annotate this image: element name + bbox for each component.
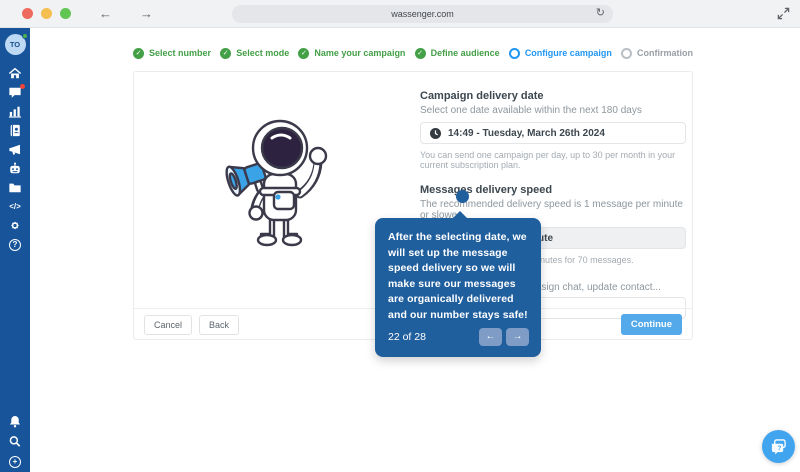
create-icon[interactable]: +: [7, 455, 23, 468]
date-section-subtitle: Select one date available within the nex…: [420, 105, 686, 116]
svg-text:?: ?: [777, 444, 781, 451]
browser-forward-icon[interactable]: →: [140, 6, 153, 21]
date-section-title: Campaign delivery date: [420, 90, 686, 102]
check-icon: ✓: [298, 48, 309, 59]
files-icon[interactable]: [7, 181, 23, 194]
step-select-mode[interactable]: ✓ Select mode: [220, 48, 289, 59]
delivery-date-input[interactable]: 14:49 - Tuesday, March 26th 2024: [420, 122, 686, 144]
tour-tooltip: After the selecting date, we will set up…: [375, 218, 541, 357]
chats-icon[interactable]: [7, 86, 23, 99]
avatar-initials: TO: [10, 40, 20, 49]
step-confirmation[interactable]: Confirmation: [621, 48, 693, 59]
clock-icon: [429, 127, 442, 140]
step-define-audience[interactable]: ✓ Define audience: [415, 48, 500, 59]
help-icon[interactable]: ?: [7, 238, 23, 251]
minimize-window-button[interactable]: [41, 8, 52, 19]
cancel-button[interactable]: Cancel: [144, 315, 192, 335]
window-controls: [22, 8, 71, 19]
refresh-icon[interactable]: ↻: [596, 6, 605, 19]
chats-notification-dot: [20, 84, 25, 89]
tour-prev-button[interactable]: ←: [479, 328, 502, 346]
check-icon: ✓: [415, 48, 426, 59]
continue-button[interactable]: Continue: [621, 314, 682, 335]
astronaut-illustration: [222, 116, 337, 259]
step-select-number[interactable]: ✓ Select number: [133, 48, 211, 59]
developer-icon[interactable]: </>: [7, 200, 23, 213]
address-bar[interactable]: wassenger.com ↻: [232, 5, 613, 23]
browser-back-icon[interactable]: ←: [99, 6, 112, 21]
wizard-stepper: ✓ Select number ✓ Select mode ✓ Name you…: [133, 46, 693, 60]
check-icon: ✓: [133, 48, 144, 59]
contacts-icon[interactable]: [7, 124, 23, 137]
active-step-circle-icon: [509, 48, 520, 59]
pending-step-circle-icon: [621, 48, 632, 59]
analytics-icon[interactable]: [7, 105, 23, 118]
back-button[interactable]: Back: [199, 315, 239, 335]
step-name-campaign[interactable]: ✓ Name your campaign: [298, 48, 405, 59]
notifications-icon[interactable]: [7, 415, 23, 428]
zoom-window-button[interactable]: [60, 8, 71, 19]
check-icon: ✓: [220, 48, 231, 59]
app-window: ← → wassenger.com ↻ TO: [0, 0, 800, 472]
fullscreen-icon[interactable]: [777, 7, 790, 25]
home-icon[interactable]: [7, 67, 23, 80]
campaigns-icon[interactable]: [7, 143, 23, 156]
tour-progress: 22 of 28: [388, 331, 426, 343]
tour-tooltip-message: After the selecting date, we will set up…: [388, 230, 528, 323]
settings-icon[interactable]: [7, 219, 23, 232]
date-section-note: You can send one campaign per day, up to…: [420, 150, 686, 170]
avatar[interactable]: TO: [5, 34, 26, 55]
tour-next-button[interactable]: →: [506, 328, 529, 346]
close-window-button[interactable]: [22, 8, 33, 19]
sidebar: TO: [0, 28, 30, 472]
browser-bar: ← → wassenger.com ↻: [0, 0, 800, 28]
url-text: wassenger.com: [391, 9, 454, 19]
search-icon[interactable]: [7, 435, 23, 448]
bot-icon[interactable]: [7, 162, 23, 175]
chat-bubbles-icon: ?: [770, 439, 787, 455]
support-chat-button[interactable]: ?: [762, 430, 795, 463]
online-status-dot: [22, 33, 28, 39]
step-configure-campaign[interactable]: Configure campaign: [509, 48, 612, 59]
delivery-date-value: 14:49 - Tuesday, March 26th 2024: [448, 128, 605, 139]
tour-beacon-dot[interactable]: [456, 190, 469, 203]
